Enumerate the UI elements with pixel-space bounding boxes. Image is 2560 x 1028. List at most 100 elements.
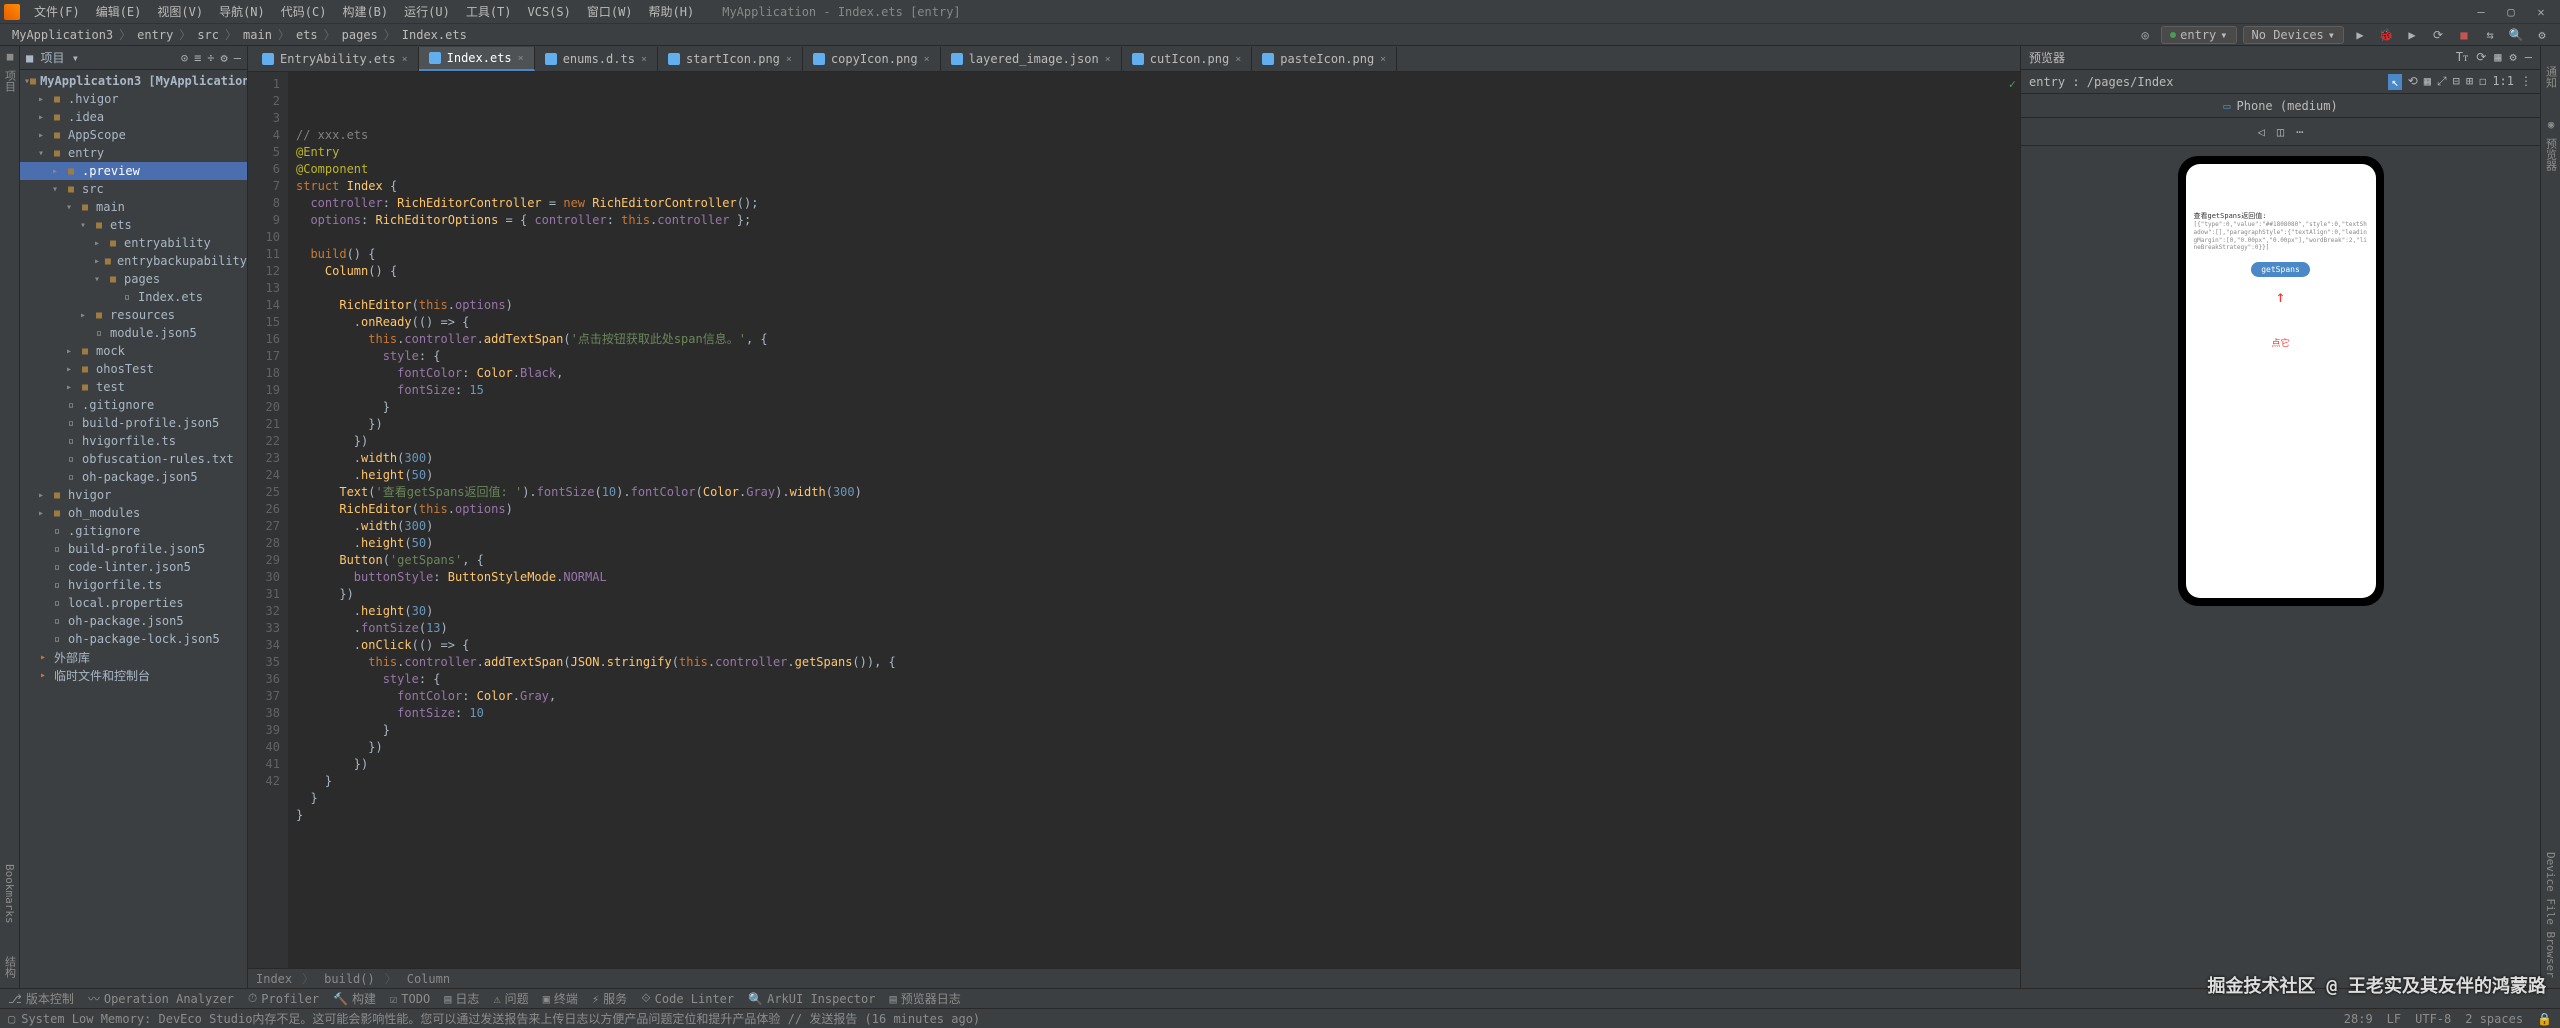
previewer-tool-button[interactable]: ◉ 预览器	[2543, 118, 2559, 171]
breadcrumb-item[interactable]: Index.ets	[398, 28, 471, 42]
status-indicator-icon[interactable]: ▢	[8, 1012, 15, 1026]
code-editor[interactable]: 1234567891011121314151617181920212223242…	[248, 72, 2020, 968]
tree-node[interactable]: ▸■entrybackupability	[20, 252, 247, 270]
editor-tab[interactable]: cutIcon.png×	[1122, 47, 1253, 71]
device-file-browser-button[interactable]: Device File Browser	[2544, 852, 2557, 978]
tree-node[interactable]: ▸■.idea	[20, 108, 247, 126]
tree-node[interactable]: ▸■.hvigor	[20, 90, 247, 108]
tree-node[interactable]: ▾■entry	[20, 144, 247, 162]
close-tab-icon[interactable]: ×	[1105, 54, 1111, 65]
structure-tool-button[interactable]: 结构	[2, 956, 18, 978]
zoom-out-icon[interactable]: ⊟	[2453, 74, 2460, 90]
expand-icon[interactable]: ⤢	[2437, 74, 2447, 90]
debug-button[interactable]: 🐞	[2376, 25, 2396, 45]
tree-node[interactable]: ▾■pages	[20, 270, 247, 288]
tool-window-button[interactable]: ☑ TODO	[390, 992, 430, 1006]
settings-icon[interactable]: ⚙	[221, 51, 228, 65]
tree-node[interactable]: ▫Index.ets	[20, 288, 247, 306]
grid-icon[interactable]: ▦	[2424, 74, 2431, 90]
editor-tab[interactable]: copyIcon.png×	[803, 47, 941, 71]
close-tab-icon[interactable]: ×	[1235, 54, 1241, 65]
minimize-button[interactable]: —	[2466, 2, 2496, 22]
settings-icon[interactable]: ⚙	[2532, 25, 2552, 45]
project-tool-button[interactable]: ■ 项目	[2, 50, 18, 92]
tree-node[interactable]: ▸■test	[20, 378, 247, 396]
tree-node[interactable]: ▸■hvigor	[20, 486, 247, 504]
close-tab-icon[interactable]: ×	[786, 54, 792, 65]
menu-item[interactable]: 工具(T)	[458, 3, 520, 21]
refresh-icon[interactable]: ⟳	[2428, 25, 2448, 45]
tree-node[interactable]: ▫.gitignore	[20, 522, 247, 540]
coverage-button[interactable]: ▶	[2402, 25, 2422, 45]
breadcrumb-item[interactable]: main	[239, 28, 276, 42]
tool-window-button[interactable]: 〰 Operation Analyzer	[88, 990, 234, 1007]
tool-window-button[interactable]: ▤ 预览器日志	[889, 990, 960, 1007]
tree-node[interactable]: ▫oh-package-lock.json5	[20, 630, 247, 648]
editor-tab[interactable]: EntryAbility.ets×	[252, 47, 419, 71]
menu-item[interactable]: 导航(N)	[211, 3, 273, 21]
tree-node[interactable]: ▫hvigorfile.ts	[20, 576, 247, 594]
ratio-icon[interactable]: 1:1	[2492, 74, 2514, 90]
breadcrumb-item[interactable]: entry	[133, 28, 177, 42]
menu-item[interactable]: 代码(C)	[273, 3, 335, 21]
tree-node[interactable]: ▸■ohosTest	[20, 360, 247, 378]
close-tab-icon[interactable]: ×	[641, 54, 647, 65]
tool-window-button[interactable]: 🔍 ArkUI Inspector	[748, 992, 875, 1006]
tool-window-button[interactable]: ⚠ 问题	[493, 990, 528, 1007]
maximize-button[interactable]: ▢	[2496, 2, 2526, 22]
tree-node[interactable]: ▫hvigorfile.ts	[20, 432, 247, 450]
menu-item[interactable]: 窗口(W)	[579, 3, 641, 21]
zoom-in-icon[interactable]: ⊞	[2466, 74, 2473, 90]
menu-item[interactable]: 编辑(E)	[88, 3, 150, 21]
editor-tab[interactable]: pasteIcon.png×	[1252, 47, 1397, 71]
tree-node[interactable]: ▫module.json5	[20, 324, 247, 342]
fit-icon[interactable]: ◻	[2479, 74, 2486, 90]
tool-window-button[interactable]: ▣ 终端	[543, 990, 578, 1007]
menu-item[interactable]: 构建(B)	[334, 3, 396, 21]
close-tab-icon[interactable]: ×	[1380, 54, 1386, 65]
readonly-icon[interactable]: 🔒	[2537, 1012, 2552, 1026]
hide-panel-icon[interactable]: —	[234, 51, 241, 65]
menu-item[interactable]: 视图(V)	[149, 3, 211, 21]
tree-node[interactable]: ▫build-profile.json5	[20, 540, 247, 558]
grid-icon[interactable]: ▦	[2494, 50, 2501, 65]
tree-node[interactable]: ▸临时文件和控制台	[20, 666, 247, 684]
project-tree[interactable]: ▾■ MyApplication3 [MyApplication] C:\Use…	[20, 70, 247, 988]
tree-node[interactable]: ▾■ets	[20, 216, 247, 234]
tool-window-button[interactable]: ⎇ 版本控制	[8, 990, 74, 1007]
tool-window-button[interactable]: ▤ 日志	[444, 990, 479, 1007]
tool-window-button[interactable]: ⚡ 服务	[592, 990, 627, 1007]
tree-root[interactable]: ▾■ MyApplication3 [MyApplication] C:\Use…	[20, 72, 247, 90]
tree-node[interactable]: ▸■AppScope	[20, 126, 247, 144]
menu-item[interactable]: VCS(S)	[520, 3, 579, 21]
notifications-tool-button[interactable]: 通知	[2543, 66, 2559, 88]
inspection-ok-icon[interactable]: ✓	[2009, 76, 2016, 93]
close-tab-icon[interactable]: ×	[518, 53, 524, 64]
bookmarks-tool-button[interactable]: Bookmarks	[3, 864, 16, 924]
tree-node[interactable]: ▫local.properties	[20, 594, 247, 612]
hide-panel-icon[interactable]: —	[2525, 50, 2532, 65]
code-content[interactable]: ✓ // xxx.ets@Entry@Componentstruct Index…	[288, 72, 2020, 968]
tree-node[interactable]: ▾■src	[20, 180, 247, 198]
breadcrumb-item[interactable]: pages	[338, 28, 382, 42]
tree-node[interactable]: ▸■oh_modules	[20, 504, 247, 522]
tree-node[interactable]: ▸■resources	[20, 306, 247, 324]
menu-item[interactable]: 运行(U)	[396, 3, 458, 21]
tree-node[interactable]: ▸■mock	[20, 342, 247, 360]
tree-node[interactable]: ▸外部库	[20, 648, 247, 666]
more-icon[interactable]: ⋯	[2296, 125, 2303, 139]
close-tab-icon[interactable]: ×	[402, 54, 408, 65]
stop-button[interactable]: ■	[2454, 25, 2474, 45]
collapse-all-icon[interactable]: ÷	[207, 51, 214, 65]
breadcrumb-item[interactable]: Column	[407, 972, 450, 986]
tree-node[interactable]: ▫oh-package.json5	[20, 612, 247, 630]
tree-node[interactable]: ▫obfuscation-rules.txt	[20, 450, 247, 468]
run-config-selector[interactable]: entry ▾	[2161, 26, 2236, 44]
sync-icon[interactable]: ⇆	[2480, 25, 2500, 45]
font-icon[interactable]: Tᴛ	[2456, 50, 2468, 65]
search-icon[interactable]: 🔍	[2506, 25, 2526, 45]
close-tab-icon[interactable]: ×	[924, 54, 930, 65]
expand-all-icon[interactable]: ≡	[194, 51, 201, 65]
dual-pane-icon[interactable]: ◫	[2277, 125, 2284, 139]
editor-tab[interactable]: enums.d.ts×	[535, 47, 658, 71]
